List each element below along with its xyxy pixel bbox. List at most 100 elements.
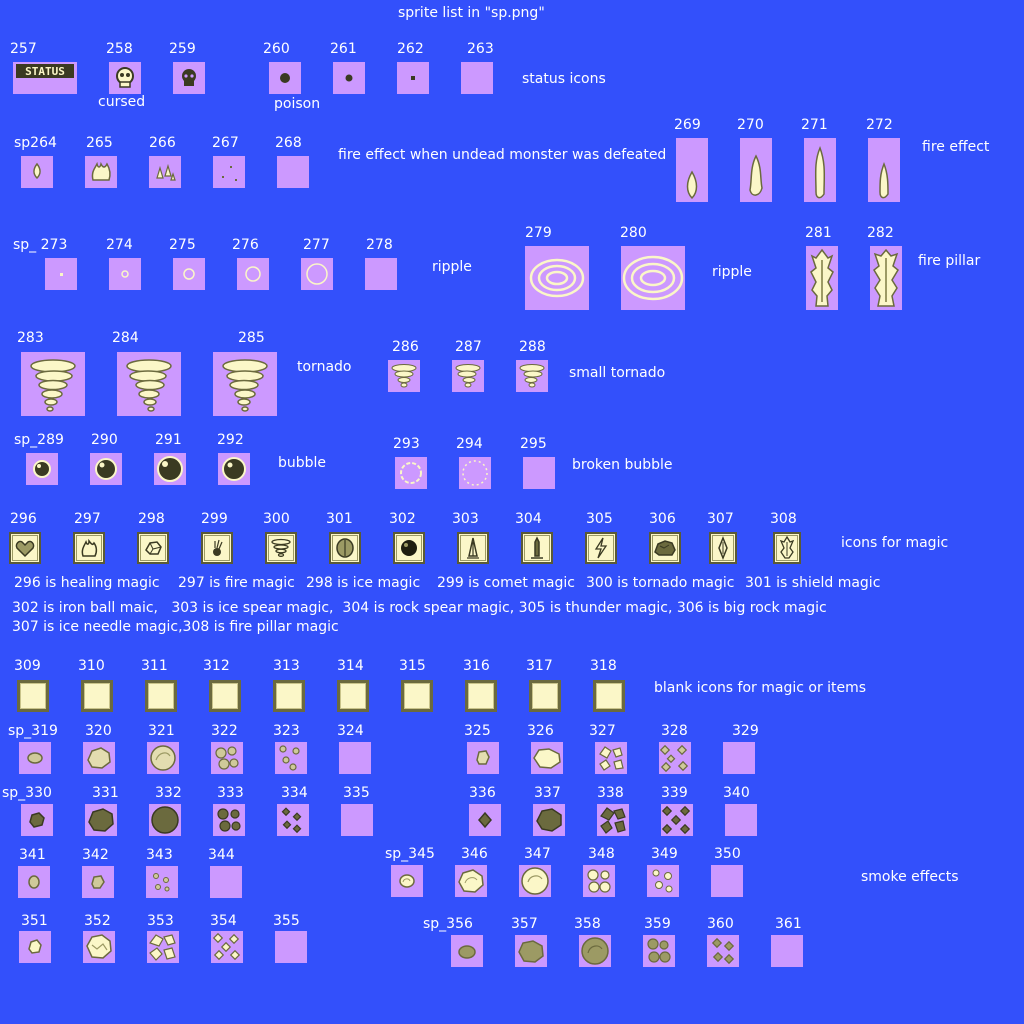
healing-magic-icon [9,532,41,564]
ice-magic-icon [137,532,169,564]
thunder-magic-icon [585,532,617,564]
sprite-number: 270 [737,117,764,133]
sprite-number: 314 [337,658,364,674]
empty-sprite [523,457,555,489]
blank-icon [337,680,369,712]
sprite-number: 267 [212,135,239,151]
magic-note: 301 is shield magic [745,575,881,591]
sprite-number: 286 [392,339,419,355]
sprite-number: sp_345 [385,846,435,862]
light-smoke-icon [82,866,114,898]
sprite-number: 323 [273,723,300,739]
sprite-number: 337 [534,785,561,801]
empty-sprite [339,742,371,774]
sprite-number: 265 [86,135,113,151]
sprite-number: 350 [714,846,741,862]
sprite-number: 348 [588,846,615,862]
tall-flame-icon [676,138,708,202]
sprite-number: 316 [463,658,490,674]
sprite-number: 321 [148,723,175,739]
sprite-number: 351 [21,913,48,929]
sprite-number: 281 [805,225,832,241]
ripple-icon [173,258,205,290]
magic-note: 300 is tornado magic [586,575,735,591]
sprite-number: 279 [525,225,552,241]
fire-magic-icon [73,532,105,564]
sprite-number: 262 [397,41,424,57]
sprite-number: sp_319 [8,723,58,739]
sprite-number: 300 [263,511,290,527]
broken-bubble-icon [459,457,491,489]
sprite-number: 296 [10,511,37,527]
fire-pillar-caption: fire pillar [918,253,981,269]
sprite-number: 278 [366,237,393,253]
empty-sprite [341,804,373,836]
sprite-number: 263 [467,41,494,57]
fire-undead-caption: fire effect when undead monster was defe… [338,147,667,163]
sprite-number: 307 [707,511,734,527]
icons-for-magic-caption: icons for magic [841,535,949,551]
empty-sprite [210,866,242,898]
sprite-number: 259 [169,41,196,57]
blank-icons-caption: blank icons for magic or items [654,680,867,696]
blank-icon [145,680,177,712]
empty-sprite [711,865,743,897]
fire-pillar-icon [870,246,902,310]
sprite-number: sp_330 [2,785,52,801]
poison-dot-icon [397,62,429,94]
tornado-magic-icon [265,532,297,564]
sprite-number: 283 [17,330,44,346]
magic-note: 296 is healing magic [14,575,160,591]
sprite-number: 260 [263,41,290,57]
sprite-number: 301 [326,511,353,527]
bubble-caption: bubble [278,455,327,471]
dark-smoke-scatter-icon [597,804,629,836]
sprite-number: 276 [232,237,259,253]
light-smoke-scatter-icon [647,865,679,897]
fire-effect-caption: fire effect [922,139,990,155]
sprite-number: sp_356 [423,916,473,932]
magic-note: 299 is comet magic [437,575,575,591]
broken-bubble-caption: broken bubble [572,457,673,473]
smoke-puff-icon [19,742,51,774]
sheet-title: sprite list in "sp.png" [398,5,545,21]
fire-pillar-magic-icon [773,532,801,564]
dark-smoke-scatter-icon [643,935,675,967]
sprite-number: 355 [273,913,300,929]
dark-smoke-scatter-icon [661,804,693,836]
tornado-icon [21,352,85,416]
poison-dot-icon [333,62,365,94]
ripple-icon [237,258,269,290]
sprite-number: 293 [393,436,420,452]
broken-bubble-icon [395,457,427,489]
dark-smoke-icon [149,804,181,836]
smoke-scatter-icon [595,742,627,774]
spark-icon [213,156,245,188]
cursed-caption: cursed [98,94,146,110]
dark-smoke-scatter-icon [277,804,309,836]
empty-sprite [723,742,755,774]
sprite-number: 343 [146,847,173,863]
sprite-number: 352 [84,913,111,929]
sprite-number: 302 [389,511,416,527]
dark-smoke-icon [21,804,53,836]
small-tornado-icon [452,360,484,392]
dark-smoke-icon [579,935,611,967]
skull-icon [109,62,141,94]
sprite-number: 324 [337,723,364,739]
sprite-number: 312 [203,658,230,674]
tornado-icon [213,352,277,416]
sprite-number: 358 [574,916,601,932]
sprite-number: 282 [867,225,894,241]
light-smoke-icon [455,865,487,897]
sprite-number: sp_ 273 [13,237,68,253]
sprite-number: 311 [141,658,168,674]
tall-flame-icon [804,138,836,202]
blank-icon [593,680,625,712]
sprite-number: 346 [461,846,488,862]
sprite-number: 294 [456,436,483,452]
ripple-icon [45,258,77,290]
sprite-number: 280 [620,225,647,241]
sprite-number: 332 [155,785,182,801]
large-ripple-icon [621,246,685,310]
